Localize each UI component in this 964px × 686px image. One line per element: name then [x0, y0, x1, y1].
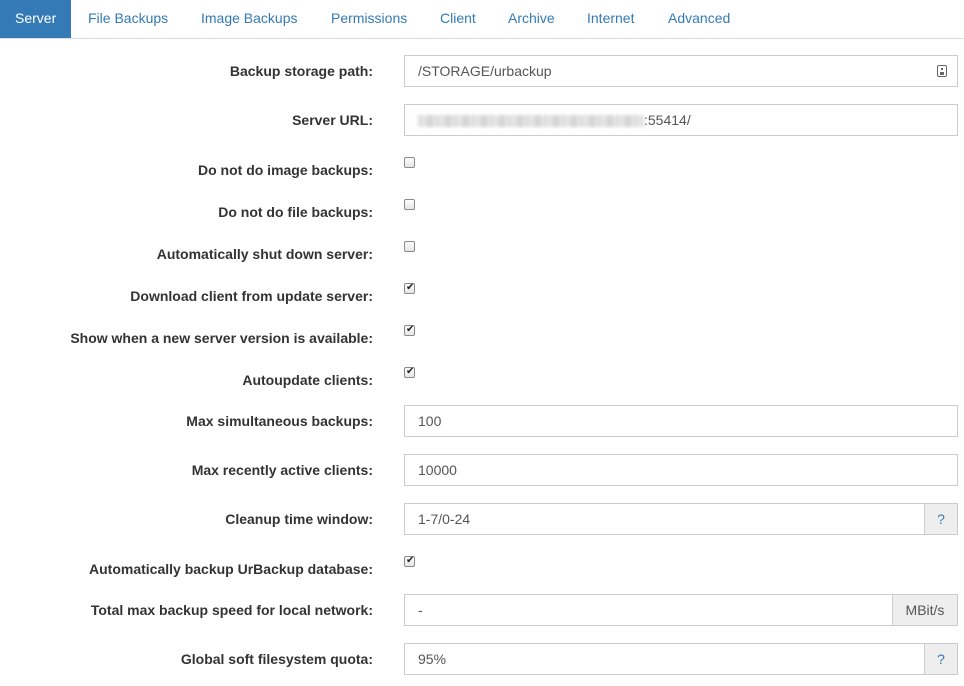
download-client-checkbox[interactable]: ✔: [404, 282, 415, 294]
max-simultaneous-value: 100: [418, 413, 442, 429]
auto-shutdown-label: Automatically shut down server:: [156, 246, 373, 262]
row-auto-shutdown: Automatically shut down server:: [0, 239, 964, 263]
redacted-host: [418, 115, 644, 128]
checkmark-icon: ✔: [406, 366, 415, 377]
soft-quota-value: 95%: [418, 651, 447, 667]
checkmark-icon: ✔: [406, 282, 415, 293]
autoupdate-clients-label: Autoupdate clients:: [242, 372, 373, 388]
no-file-backups-label: Do not do file backups:: [218, 204, 373, 220]
auto-backup-db-label: Automatically backup UrBackup database:: [89, 561, 373, 577]
cleanup-window-value: 1-7/0-24: [418, 511, 471, 527]
soft-quota-label: Global soft filesystem quota:: [180, 651, 373, 667]
backup-storage-path-label: Backup storage path:: [229, 63, 373, 79]
soft-quota-input[interactable]: 95%: [404, 643, 925, 675]
max-recently-active-label: Max recently active clients:: [191, 462, 373, 478]
row-max-simultaneous: Max simultaneous backups: 100: [0, 405, 964, 437]
tab-permissions[interactable]: Permissions: [331, 0, 407, 38]
max-speed-local-input[interactable]: -: [404, 594, 893, 626]
row-soft-quota: Global soft filesystem quota: 95% ?: [0, 643, 964, 675]
backup-storage-path-input[interactable]: /STORAGE/urbackup: [404, 55, 958, 87]
server-url-suffix: :55414/: [644, 112, 691, 128]
server-url-input[interactable]: :55414/: [404, 104, 958, 136]
show-new-version-checkbox[interactable]: ✔: [404, 324, 415, 336]
max-recently-active-value: 10000: [418, 462, 457, 478]
row-server-url: Server URL: :55414/: [0, 104, 964, 136]
tab-archive[interactable]: Archive: [508, 0, 555, 38]
tab-internet[interactable]: Internet: [587, 0, 634, 38]
show-new-version-label: Show when a new server version is availa…: [70, 330, 373, 346]
row-download-client: Download client from update server: ✔: [0, 281, 964, 305]
settings-tabs: Server File Backups Image Backups Permis…: [0, 0, 964, 39]
max-recently-active-input[interactable]: 10000: [404, 454, 958, 486]
cleanup-window-label: Cleanup time window:: [225, 511, 373, 527]
no-image-backups-label: Do not do image backups:: [197, 162, 373, 178]
tab-image-backups[interactable]: Image Backups: [201, 0, 298, 38]
tab-client[interactable]: Client: [440, 0, 476, 38]
row-max-speed-local: Total max backup speed for local network…: [0, 594, 964, 626]
row-auto-backup-db: Automatically backup UrBackup database: …: [0, 554, 964, 578]
no-file-backups-checkbox[interactable]: [404, 199, 415, 210]
checkmark-icon: ✔: [406, 324, 415, 335]
backup-storage-path-value: /STORAGE/urbackup: [418, 63, 552, 79]
cleanup-window-input[interactable]: 1-7/0-24: [404, 503, 925, 535]
max-simultaneous-label: Max simultaneous backups:: [186, 413, 373, 429]
autofill-icon[interactable]: [937, 65, 947, 77]
no-image-backups-checkbox[interactable]: [404, 157, 415, 168]
row-max-recently-active: Max recently active clients: 10000: [0, 454, 964, 486]
download-client-label: Download client from update server:: [130, 288, 373, 304]
row-no-file-backups: Do not do file backups:: [0, 197, 964, 221]
max-simultaneous-input[interactable]: 100: [404, 405, 958, 437]
row-no-image-backups: Do not do image backups:: [0, 155, 964, 179]
row-autoupdate-clients: Autoupdate clients: ✔: [0, 365, 964, 389]
checkmark-icon: ✔: [406, 555, 415, 566]
row-cleanup-window: Cleanup time window: 1-7/0-24 ?: [0, 503, 964, 535]
tab-file-backups[interactable]: File Backups: [88, 0, 168, 38]
auto-backup-db-checkbox[interactable]: ✔: [404, 555, 415, 567]
tab-server[interactable]: Server: [0, 0, 72, 38]
max-speed-local-value: -: [418, 602, 423, 618]
tab-advanced[interactable]: Advanced: [668, 0, 730, 38]
cleanup-window-help-button[interactable]: ?: [925, 503, 958, 535]
auto-shutdown-checkbox[interactable]: [404, 241, 415, 252]
row-backup-storage-path: Backup storage path: /STORAGE/urbackup: [0, 55, 964, 87]
server-url-label: Server URL:: [292, 112, 373, 128]
row-show-new-version: Show when a new server version is availa…: [0, 323, 964, 347]
autoupdate-clients-checkbox[interactable]: ✔: [404, 366, 415, 378]
soft-quota-help-button[interactable]: ?: [925, 643, 958, 675]
max-speed-local-unit: MBit/s: [893, 594, 958, 626]
max-speed-local-label: Total max backup speed for local network…: [90, 602, 373, 618]
